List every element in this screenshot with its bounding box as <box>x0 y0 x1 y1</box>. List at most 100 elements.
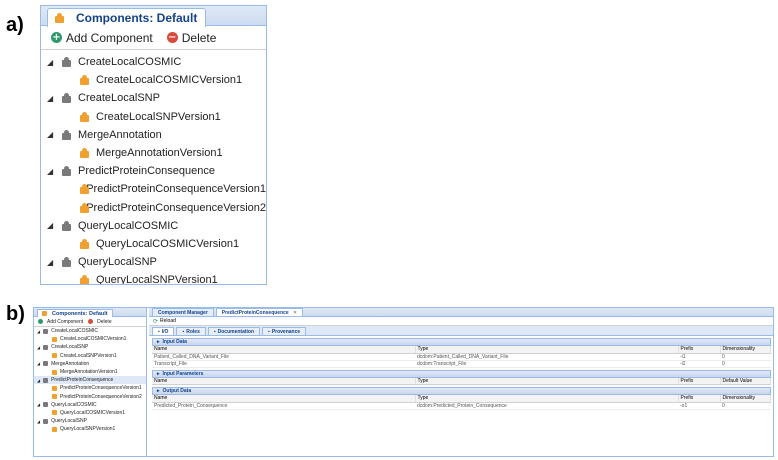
tree-leaf[interactable]: CreateLocalSNPVersion1 <box>34 352 146 360</box>
delete-label: Delete <box>97 318 112 325</box>
tree-leaf[interactable]: PredictProteinConsequenceVersion1 <box>41 180 266 198</box>
minus-icon: − <box>166 32 178 43</box>
expand-arrow-icon[interactable]: ◢ <box>37 361 40 366</box>
add-component-button[interactable]: + Add Component <box>51 31 153 45</box>
expand-arrow-icon[interactable]: ◢ <box>37 378 40 383</box>
expand-arrow-icon[interactable]: ◢ <box>37 329 40 334</box>
tree-node[interactable]: ◢ CreateLocalSNP <box>41 89 266 107</box>
subtab[interactable]: ▪ I/O <box>152 327 175 335</box>
component-type-icon <box>61 220 72 231</box>
expand-arrow-icon[interactable]: ◢ <box>47 221 55 230</box>
expand-arrow-icon[interactable]: ◢ <box>37 345 40 350</box>
expand-arrow-icon[interactable]: ◢ <box>47 258 55 267</box>
section-icon: ▸ <box>157 370 160 377</box>
component-icon <box>79 184 92 195</box>
tree-node[interactable]: ◢ QueryLocalSNP <box>34 417 146 425</box>
tree-leaf[interactable]: PredictProteinConsequenceVersion1 <box>34 384 146 392</box>
tree-leaf[interactable]: QueryLocalCOSMICVersion1 <box>34 409 146 417</box>
table-cell: dcdom:Transcript_File <box>415 360 678 368</box>
delete-label: Delete <box>181 30 217 45</box>
section-icon: ▸ <box>157 388 160 394</box>
expand-arrow-icon[interactable]: ◢ <box>47 58 55 67</box>
tree-leaf-label: PredictProteinConsequenceVersion1 <box>86 183 266 196</box>
tab-components-default[interactable]: Components: Default <box>37 309 113 317</box>
detail-tab[interactable]: Component Manager <box>152 308 214 316</box>
component-icon <box>79 202 92 213</box>
tree-leaf[interactable]: QueryLocalSNPVersion1 <box>34 425 146 433</box>
table-cell: Predicted_Protein_Consequence <box>152 402 415 410</box>
subtab[interactable]: ▪ Documentation <box>207 327 261 335</box>
subtab[interactable]: ▪ Provenance <box>262 327 307 335</box>
tree-node[interactable]: ◢ PredictProteinConsequence <box>41 162 266 180</box>
tree-node[interactable]: ◢ MergeAnnotation <box>34 360 146 368</box>
tab-components-default[interactable]: Components: Default <box>47 8 207 27</box>
tree-leaf[interactable]: PredictProteinConsequenceVersion2 <box>34 393 146 401</box>
expand-arrow-icon[interactable]: ◢ <box>47 167 55 176</box>
component-type-icon <box>43 328 49 334</box>
column-header[interactable]: Type <box>415 395 679 403</box>
provenance-icon: ▪ <box>268 328 270 335</box>
column-header[interactable]: Dimensionality <box>720 346 771 354</box>
component-icon <box>79 75 90 86</box>
detail-tab[interactable]: PredictProteinConsequence × <box>215 308 303 316</box>
component-type-icon <box>43 377 49 383</box>
column-header[interactable]: Name <box>152 377 416 385</box>
tree-leaf[interactable]: PredictProteinConsequenceVersion2 <box>41 199 266 217</box>
detail-tab-label: Component Manager <box>158 309 208 316</box>
section-header[interactable]: ▸ Input Parameters <box>152 369 771 378</box>
tree-leaf[interactable]: CreateLocalCOSMICVersion1 <box>41 71 266 89</box>
tree-node-label: CreateLocalSNP <box>78 92 160 105</box>
tree-node[interactable]: ◢ QueryLocalCOSMIC <box>34 401 146 409</box>
component-icon <box>79 238 90 249</box>
tree-node[interactable]: ◢ MergeAnnotation <box>41 126 266 144</box>
tree-leaf[interactable]: MergeAnnotationVersion1 <box>34 368 146 376</box>
column-header[interactable]: Type <box>415 346 679 354</box>
tree-leaf-label: QueryLocalCOSMICVersion1 <box>96 237 240 250</box>
tree-leaf[interactable]: QueryLocalSNPVersion1 <box>41 271 266 284</box>
plus-icon: + <box>51 32 62 43</box>
reload-label: Reload <box>160 318 176 324</box>
column-header[interactable]: Name <box>152 395 416 403</box>
subtab[interactable]: ▪ Roles <box>176 327 206 335</box>
table-row[interactable]: Patient_Called_DNA_Variant_File dcdom:Pat… <box>152 353 771 361</box>
column-header[interactable]: Dimensionality <box>720 395 771 403</box>
close-icon[interactable]: × <box>294 310 297 316</box>
column-header[interactable]: Prefix <box>678 346 721 354</box>
tree-node[interactable]: ◢ CreateLocalCOSMIC <box>41 53 266 71</box>
tree-node[interactable]: ◢ QueryLocalSNP <box>41 253 266 271</box>
expand-arrow-icon[interactable]: ◢ <box>37 402 40 407</box>
table-row[interactable]: Predicted_Protein_Consequence dcdom:Predi… <box>152 402 771 410</box>
tree-leaf[interactable]: MergeAnnotationVersion1 <box>41 144 266 162</box>
tree-node[interactable]: ◢ QueryLocalCOSMIC <box>41 217 266 235</box>
section-header[interactable]: ▸ Input Data <box>152 338 771 346</box>
component-detail: Component Manager PredictProteinConsequen… <box>149 308 773 456</box>
tree-node[interactable]: ◢ CreateLocalSNP <box>34 343 146 351</box>
tree-leaf[interactable]: QueryLocalCOSMICVersion1 <box>41 235 266 253</box>
column-header[interactable]: Name <box>152 346 416 354</box>
add-component-button[interactable]: Add Component <box>38 319 83 325</box>
tree-leaf-label: CreateLocalCOSMICVersion1 <box>96 74 243 87</box>
add-component-label: Add Component <box>66 30 153 45</box>
section-grid: Name Type Prefix Dimensionality Patient_Call… <box>152 346 771 368</box>
tree-node-label: MergeAnnotation <box>78 128 162 141</box>
expand-arrow-icon[interactable]: ◢ <box>47 130 55 139</box>
delete-button[interactable]: − Delete <box>166 30 217 45</box>
expand-arrow-icon[interactable]: ◢ <box>47 94 55 103</box>
tree-leaf[interactable]: CreateLocalCOSMICVersion1 <box>34 335 146 343</box>
section-header[interactable]: ▸ Output Data <box>152 387 771 395</box>
tree-node[interactable]: ◢ PredictProteinConsequence <box>34 376 146 385</box>
tree-leaf[interactable]: CreateLocalSNPVersion1 <box>41 108 266 126</box>
reload-button[interactable]: ⟳ Reload <box>149 317 773 326</box>
tree-leaf-label: MergeAnnotationVersion1 <box>96 147 223 160</box>
table-row[interactable]: Transcript_File dcdom:Transcript_File -i2 0 <box>152 360 771 368</box>
expand-arrow-icon[interactable]: ◢ <box>37 419 40 424</box>
column-header[interactable]: Default Value <box>720 377 771 385</box>
tree-leaf-label: PredictProteinConsequenceVersion1 <box>60 385 142 392</box>
column-header[interactable]: Prefix <box>678 395 721 403</box>
component-icon <box>79 148 90 159</box>
column-header[interactable]: Prefix <box>678 377 721 385</box>
tree-node[interactable]: ◢ CreateLocalCOSMIC <box>34 327 146 335</box>
column-header[interactable]: Type <box>415 377 679 385</box>
tree-node-label: QueryLocalCOSMIC <box>51 401 97 408</box>
delete-button[interactable]: Delete <box>88 318 112 325</box>
